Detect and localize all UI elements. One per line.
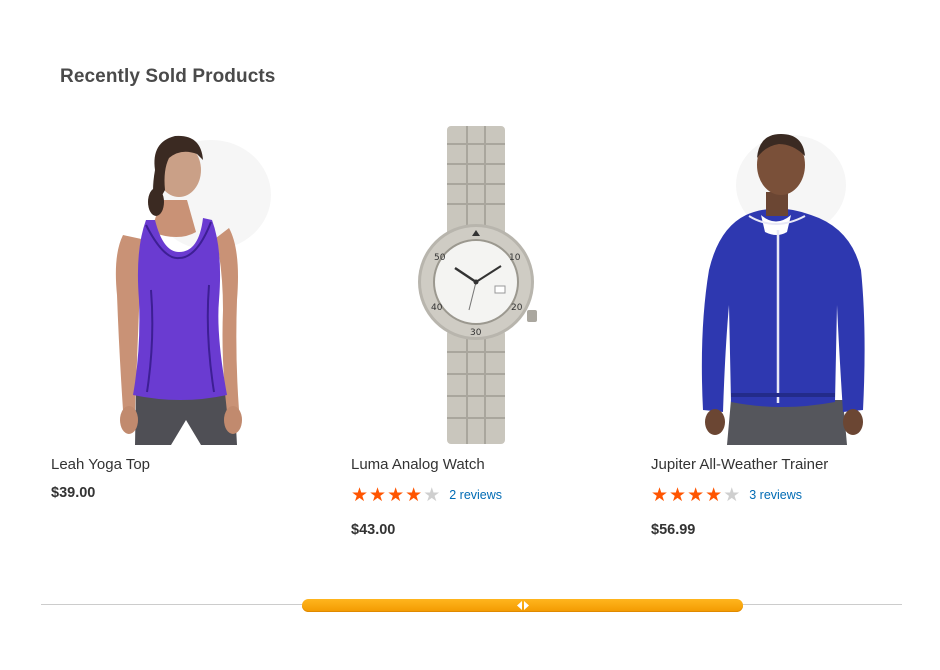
product-price: $43.00 xyxy=(351,522,396,538)
scrollbar-thumb[interactable] xyxy=(302,599,743,612)
rating-stars: ★ ★ ★ ★ ★ xyxy=(651,483,741,506)
product-card: 50 10 40 20 30 Luma Analog Watch ★ ★ ★ ★ xyxy=(351,120,621,538)
luma-analog-watch-image: 50 10 40 20 30 xyxy=(418,126,537,444)
bezel-number: 20 xyxy=(511,303,523,313)
reviews-link[interactable]: 2 reviews xyxy=(449,488,502,502)
product-image-link[interactable] xyxy=(51,120,311,445)
bezel-number: 10 xyxy=(509,253,521,263)
product-rating: ★ ★ ★ ★ ★ 3 reviews xyxy=(651,485,921,505)
rating-stars: ★ ★ ★ ★ ★ xyxy=(351,483,441,506)
star-icon: ★ xyxy=(351,483,369,506)
product-name-link[interactable]: Jupiter All-Weather Trainer xyxy=(651,456,921,473)
bezel-number: 50 xyxy=(434,253,446,263)
star-icon: ★ xyxy=(651,483,669,506)
product-image-link[interactable]: 50 10 40 20 30 xyxy=(351,120,611,445)
star-icon: ★ xyxy=(705,483,723,506)
product-image-link[interactable] xyxy=(651,120,911,445)
product-price: $56.99 xyxy=(651,522,696,538)
product-name-link[interactable]: Luma Analog Watch xyxy=(351,456,621,473)
star-icon: ★ xyxy=(405,483,423,506)
jupiter-all-weather-trainer-image xyxy=(701,134,865,445)
product-name-link[interactable]: Leah Yoga Top xyxy=(51,456,321,473)
star-icon: ★ xyxy=(369,483,387,506)
product-card: Leah Yoga Top $39.00 xyxy=(51,120,321,501)
product-rating: ★ ★ ★ ★ ★ 2 reviews xyxy=(351,485,621,505)
star-icon: ★ xyxy=(687,483,705,506)
drag-handle-icon xyxy=(516,601,529,610)
star-icon: ★ xyxy=(387,483,405,506)
star-icon: ★ xyxy=(723,483,741,506)
product-card: Jupiter All-Weather Trainer ★ ★ ★ ★ ★ 3 … xyxy=(651,120,921,538)
reviews-link[interactable]: 3 reviews xyxy=(749,488,802,502)
leah-yoga-top-image xyxy=(115,135,271,445)
product-price: $39.00 xyxy=(51,485,96,501)
bezel-number: 40 xyxy=(431,303,443,313)
star-icon: ★ xyxy=(669,483,687,506)
section-title: Recently Sold Products xyxy=(60,66,276,87)
star-icon: ★ xyxy=(423,483,441,506)
bezel-number: 30 xyxy=(470,328,482,338)
